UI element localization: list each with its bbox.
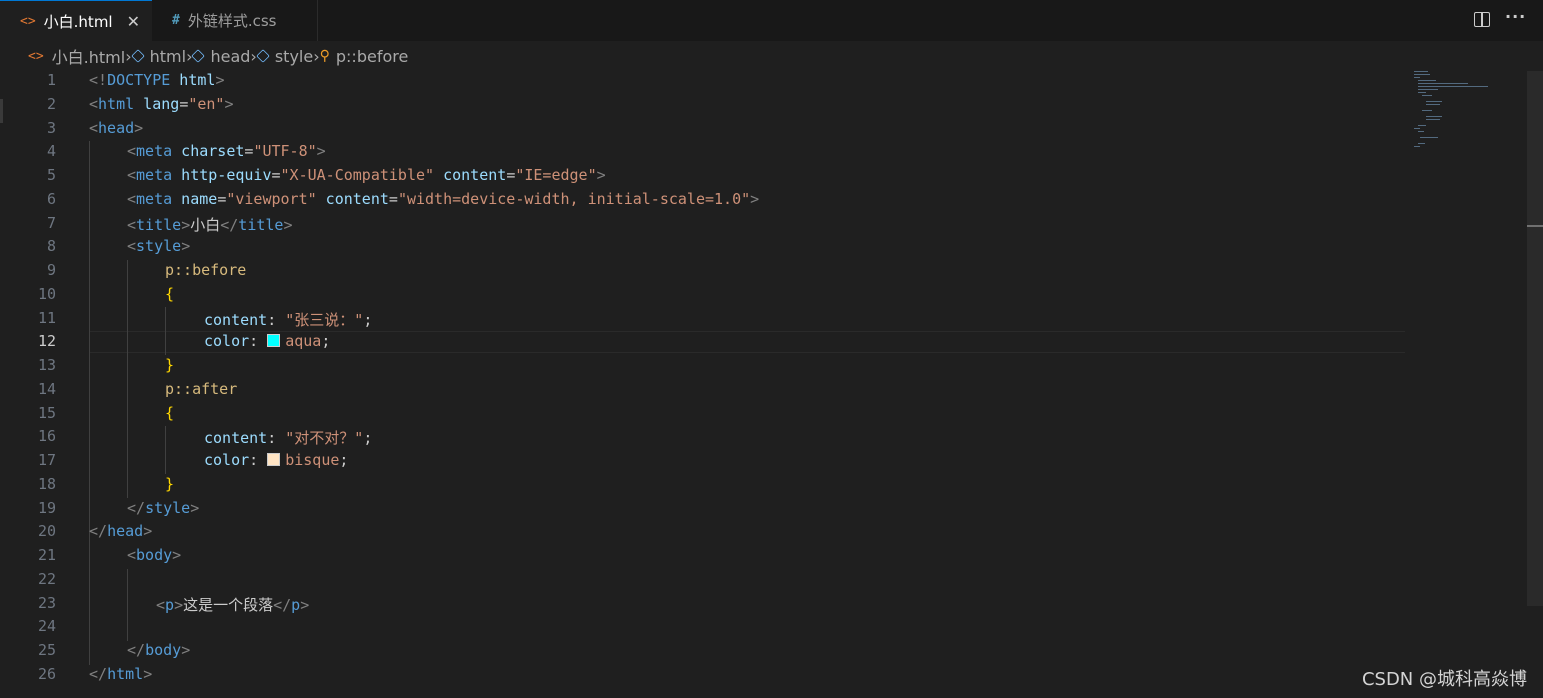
html-file-icon: <>: [28, 48, 44, 64]
line-number: 8: [46, 237, 56, 255]
code-line: </body>: [127, 641, 191, 659]
line-number: 21: [37, 546, 56, 564]
code-line: {: [165, 285, 175, 303]
code-line: }: [165, 475, 175, 493]
line-number: 15: [37, 404, 56, 422]
indent-guide: [127, 569, 128, 641]
breadcrumb-file[interactable]: <> 小白.html: [0, 44, 125, 68]
line-number: 22: [37, 570, 56, 588]
tab-bar: <> 小白.html ✕ # 外链样式.css ···: [0, 0, 1543, 41]
code-line: <meta http-equiv="X-UA-Compatible" conte…: [127, 166, 606, 184]
code-line: </head>: [89, 522, 153, 540]
element-icon: [191, 49, 206, 63]
color-swatch-aqua[interactable]: [267, 334, 281, 347]
code-line: p::after: [165, 380, 238, 398]
line-number: 26: [37, 665, 56, 683]
line-number: 16: [37, 427, 56, 445]
line-number: 5: [46, 166, 56, 184]
code-line: <!DOCTYPE html>: [89, 71, 225, 89]
line-number: 11: [37, 309, 56, 327]
tab-label: 外链样式.css: [187, 12, 277, 30]
breadcrumb-label: head: [210, 46, 251, 66]
code-line: p::before: [165, 261, 247, 279]
code-line: color: aqua;: [204, 332, 331, 350]
code-line: <meta name="viewport" content="width=dev…: [127, 190, 760, 208]
code-editor[interactable]: 1 2 3 4 5 6 7 8 9 10 11 12 13 14 15 16 1…: [0, 69, 1543, 698]
watermark: CSDN @城科高焱博: [1361, 669, 1527, 690]
line-number: 23: [37, 594, 56, 612]
breadcrumb: <> 小白.html › html › head › style › ⚲ p::…: [0, 41, 1543, 71]
code-line: color: bisque;: [204, 451, 349, 469]
line-number: 4: [46, 142, 56, 160]
breadcrumb-label: html: [149, 46, 187, 66]
element-icon: [130, 49, 145, 63]
code-line: </style>: [127, 499, 200, 517]
color-swatch-bisque[interactable]: [267, 453, 281, 466]
tab-external-css[interactable]: # 外链样式.css: [152, 0, 318, 41]
code-line: <title>小白</title>: [127, 216, 293, 234]
code-line: </html>: [89, 665, 153, 683]
breadcrumb-style[interactable]: style: [256, 46, 314, 66]
split-editor-icon[interactable]: [1474, 12, 1490, 27]
line-number: 1: [46, 71, 56, 89]
close-icon[interactable]: ✕: [127, 12, 140, 31]
tab-label: 小白.html: [43, 12, 113, 31]
code-line: content: "对不对？";: [204, 429, 373, 447]
css-rule-icon: ⚲: [319, 48, 330, 64]
code-line: <body>: [127, 546, 182, 564]
breadcrumb-p-before[interactable]: ⚲ p::before: [320, 47, 409, 66]
line-number: 17: [37, 451, 56, 469]
line-number: 10: [37, 285, 56, 303]
indent-guide: [165, 426, 166, 474]
breadcrumb-head[interactable]: head: [191, 46, 251, 66]
line-number: 20: [37, 522, 56, 540]
line-number: 7: [46, 214, 56, 232]
line-number: 2: [46, 95, 56, 113]
code-line: <p>这是一个段落</p>: [156, 596, 310, 614]
tab-xiaobai-html[interactable]: <> 小白.html ✕: [0, 0, 152, 41]
line-number: 24: [37, 617, 56, 635]
line-number: 13: [37, 356, 56, 374]
code-line: <html lang="en">: [89, 95, 234, 113]
code-line: {: [165, 404, 175, 422]
indent-guide: [89, 545, 90, 665]
breadcrumb-label: p::before: [335, 46, 409, 66]
code-line: <head>: [89, 119, 144, 137]
breadcrumb-label: 小白.html: [51, 48, 126, 67]
line-number: 19: [37, 499, 56, 517]
code-line: <style>: [127, 237, 191, 255]
css-file-icon: #: [172, 13, 180, 28]
line-number-current: 12: [37, 332, 56, 350]
line-number: 14: [37, 380, 56, 398]
breadcrumb-html[interactable]: html: [130, 46, 187, 66]
element-icon: [256, 49, 270, 63]
indent-guide: [127, 260, 128, 498]
line-number: 6: [46, 190, 56, 208]
html-file-icon: <>: [20, 13, 36, 29]
line-number: 3: [46, 119, 56, 137]
scrollbar-cursor-marker: [1527, 225, 1543, 227]
more-actions-icon[interactable]: ···: [1505, 7, 1526, 29]
code-line: content: "张三说：";: [204, 311, 373, 329]
vertical-scrollbar[interactable]: [1527, 71, 1543, 606]
line-number: 18: [37, 475, 56, 493]
minimap[interactable]: [1410, 69, 1528, 698]
breadcrumb-label: style: [274, 46, 314, 66]
indent-guide: [165, 307, 166, 355]
line-number: 25: [37, 641, 56, 659]
code-line: }: [165, 356, 175, 374]
line-number: 9: [46, 261, 56, 279]
code-line: <meta charset="UTF-8">: [127, 142, 326, 160]
